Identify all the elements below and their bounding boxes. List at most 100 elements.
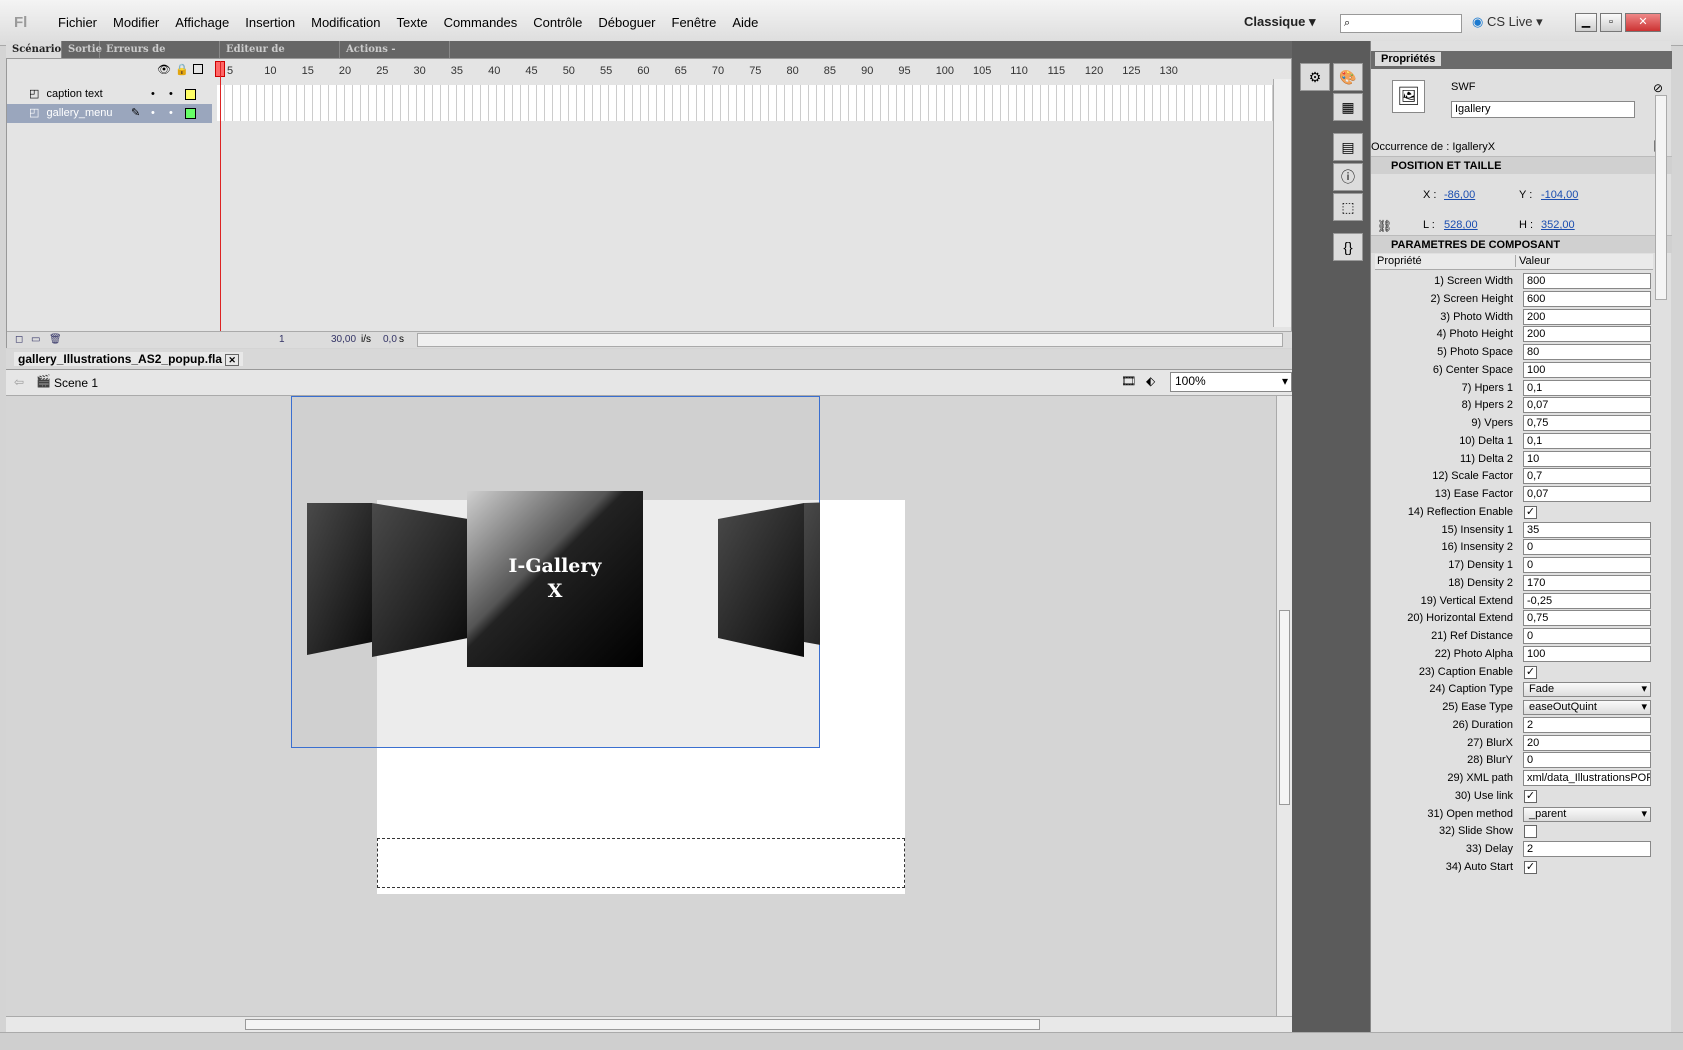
h-value[interactable]: 352,00 xyxy=(1541,219,1575,231)
edit-symbols-icon[interactable]: ⬖ xyxy=(1146,374,1155,388)
zoom-select[interactable]: 100% ▾ xyxy=(1170,372,1292,392)
param-input[interactable]: 0,1 xyxy=(1523,379,1651,396)
eye-icon[interactable]: 👁 xyxy=(157,63,171,76)
menu-item[interactable]: Modification xyxy=(303,15,388,30)
hscroll-thumb[interactable] xyxy=(245,1019,1040,1030)
param-input[interactable]: 0,07 xyxy=(1523,486,1651,502)
panel-tab[interactable]: Scénario xyxy=(6,41,62,58)
help-search-input[interactable]: ⌕ xyxy=(1340,14,1462,33)
new-layer-icon[interactable]: ◻ xyxy=(15,334,23,345)
scene-label[interactable]: Scene 1 xyxy=(54,376,98,390)
param-checkbox[interactable]: ✓ xyxy=(1524,789,1537,803)
param-input[interactable]: 10 xyxy=(1523,450,1651,467)
param-input[interactable]: 0,75 xyxy=(1523,610,1651,627)
y-value[interactable]: -104,00 xyxy=(1541,189,1578,201)
close-button[interactable]: ✕ xyxy=(1625,13,1661,32)
document-tab[interactable]: gallery_Illustrations_AS2_popup.fla ✕ xyxy=(14,352,243,366)
menu-item[interactable]: Commandes xyxy=(436,15,526,30)
param-input[interactable]: 80 xyxy=(1523,344,1651,360)
delete-icon[interactable]: 🗑 xyxy=(49,334,62,345)
info-icon[interactable]: ⓘ xyxy=(1333,163,1363,191)
param-input[interactable]: 800 xyxy=(1523,273,1651,289)
layer-row[interactable]: ◰ caption text • • xyxy=(7,85,212,104)
components-icon[interactable]: ⚙ xyxy=(1300,63,1330,91)
x-value[interactable]: -86,00 xyxy=(1444,189,1475,201)
param-input[interactable]: 200 xyxy=(1523,308,1651,325)
param-input[interactable]: 0,07 xyxy=(1523,397,1651,414)
swap-icon[interactable]: ⊘ xyxy=(1653,81,1663,95)
panel-tab[interactable]: Editeur de mouvement xyxy=(220,41,340,72)
menu-item[interactable]: Texte xyxy=(388,15,435,30)
frame-ruler[interactable]: 5 10 15 20 25 30 35 40 45 50 55 60 65 70 75 80 85 90 95 100… xyxy=(217,59,1283,79)
panel-tab[interactable]: Actions - Composant xyxy=(340,41,450,72)
link-icon[interactable]: ⛓ xyxy=(1377,219,1392,233)
menu-item[interactable]: Modifier xyxy=(105,15,167,30)
panel-tab[interactable]: Sortie xyxy=(62,41,102,58)
param-input[interactable]: 100 xyxy=(1523,645,1651,662)
param-input[interactable]: xml/data_IllustrationsPOP xyxy=(1523,770,1651,786)
menu-item[interactable]: Déboguer xyxy=(590,15,663,30)
minimize-button[interactable]: ▁ xyxy=(1575,13,1597,32)
param-input[interactable]: 20 xyxy=(1523,734,1651,751)
transform-icon[interactable]: ⬚ xyxy=(1333,193,1363,221)
param-input[interactable]: 600 xyxy=(1523,290,1651,307)
param-input[interactable]: 0,1 xyxy=(1523,432,1651,449)
param-input[interactable]: 200 xyxy=(1523,326,1651,343)
layer-lock[interactable]: • xyxy=(169,104,173,123)
panel-tab[interactable]: Erreurs de compilation xyxy=(100,41,220,72)
param-checkbox[interactable]: ✓ xyxy=(1524,665,1537,679)
vscroll-thumb[interactable] xyxy=(1279,610,1290,805)
menu-item[interactable]: Fichier xyxy=(50,15,105,30)
param-input[interactable]: -0,25 xyxy=(1523,592,1651,609)
param-input[interactable]: 0 xyxy=(1523,557,1651,573)
layer-row[interactable]: ◰ gallery_menu ✎ • • xyxy=(7,104,212,123)
edit-scene-icon[interactable]: 🎞 xyxy=(1121,374,1136,388)
props-scrollbar[interactable] xyxy=(1655,95,1667,300)
instance-name-input[interactable]: Igallery xyxy=(1451,101,1635,118)
param-input[interactable]: 35 xyxy=(1523,521,1651,538)
param-input[interactable]: 0 xyxy=(1523,539,1651,556)
actions-icon[interactable]: {} xyxy=(1333,233,1363,261)
param-select[interactable]: Fade xyxy=(1523,682,1651,698)
param-input[interactable]: 170 xyxy=(1523,574,1651,591)
menu-item[interactable]: Aide xyxy=(724,15,766,30)
menu-item[interactable]: Contrôle xyxy=(525,15,590,30)
menu-item[interactable]: Insertion xyxy=(237,15,303,30)
param-checkbox[interactable]: ✓ xyxy=(1524,860,1537,874)
timeline-vscroll[interactable] xyxy=(1273,79,1291,327)
layer-visible[interactable]: • xyxy=(151,85,155,104)
param-input[interactable]: 0,7 xyxy=(1523,468,1651,485)
maximize-button[interactable]: ▫ xyxy=(1600,13,1622,32)
layer-color[interactable] xyxy=(185,108,196,119)
param-input[interactable]: 0,75 xyxy=(1523,415,1651,431)
caption-textfield[interactable] xyxy=(377,838,905,888)
swatches-icon[interactable]: ▦ xyxy=(1333,93,1363,121)
close-tab-icon[interactable]: ✕ xyxy=(225,354,239,366)
back-arrow-icon[interactable]: ⇦ xyxy=(14,375,24,389)
menu-item[interactable]: Affichage xyxy=(167,15,237,30)
cs-live-button[interactable]: ◉ CS Live ▾ xyxy=(1472,14,1543,30)
section-params[interactable]: PARAMETRES DE COMPOSANT xyxy=(1371,235,1672,253)
workspace-switcher[interactable]: Classique ▾ xyxy=(1244,14,1316,30)
layer-visible[interactable]: • xyxy=(151,104,155,123)
frame-rate[interactable]: 30,00 xyxy=(331,334,356,345)
param-checkbox[interactable] xyxy=(1524,825,1537,839)
param-select[interactable]: _parent xyxy=(1523,806,1651,822)
w-value[interactable]: 528,00 xyxy=(1444,219,1478,231)
param-input[interactable]: 100 xyxy=(1523,361,1651,378)
new-folder-icon[interactable]: ▭ xyxy=(31,334,40,345)
timeline-hscroll[interactable] xyxy=(417,333,1283,347)
layer-lock[interactable]: • xyxy=(169,85,173,104)
align-icon[interactable]: ▤ xyxy=(1333,133,1363,161)
param-input[interactable]: 0 xyxy=(1523,628,1651,644)
color-icon[interactable]: 🎨 xyxy=(1333,63,1363,91)
outline-icon[interactable] xyxy=(193,64,203,74)
param-input[interactable]: 2 xyxy=(1523,841,1651,857)
lock-icon[interactable]: 🔒 xyxy=(175,63,189,76)
layer-color[interactable] xyxy=(185,89,196,100)
param-checkbox[interactable]: ✓ xyxy=(1524,505,1537,519)
section-position[interactable]: POSITION ET TAILLE xyxy=(1371,156,1672,174)
menu-item[interactable]: Fenêtre xyxy=(664,15,725,30)
param-input[interactable]: 0 xyxy=(1523,752,1651,769)
param-select[interactable]: easeOutQuint xyxy=(1523,700,1651,715)
